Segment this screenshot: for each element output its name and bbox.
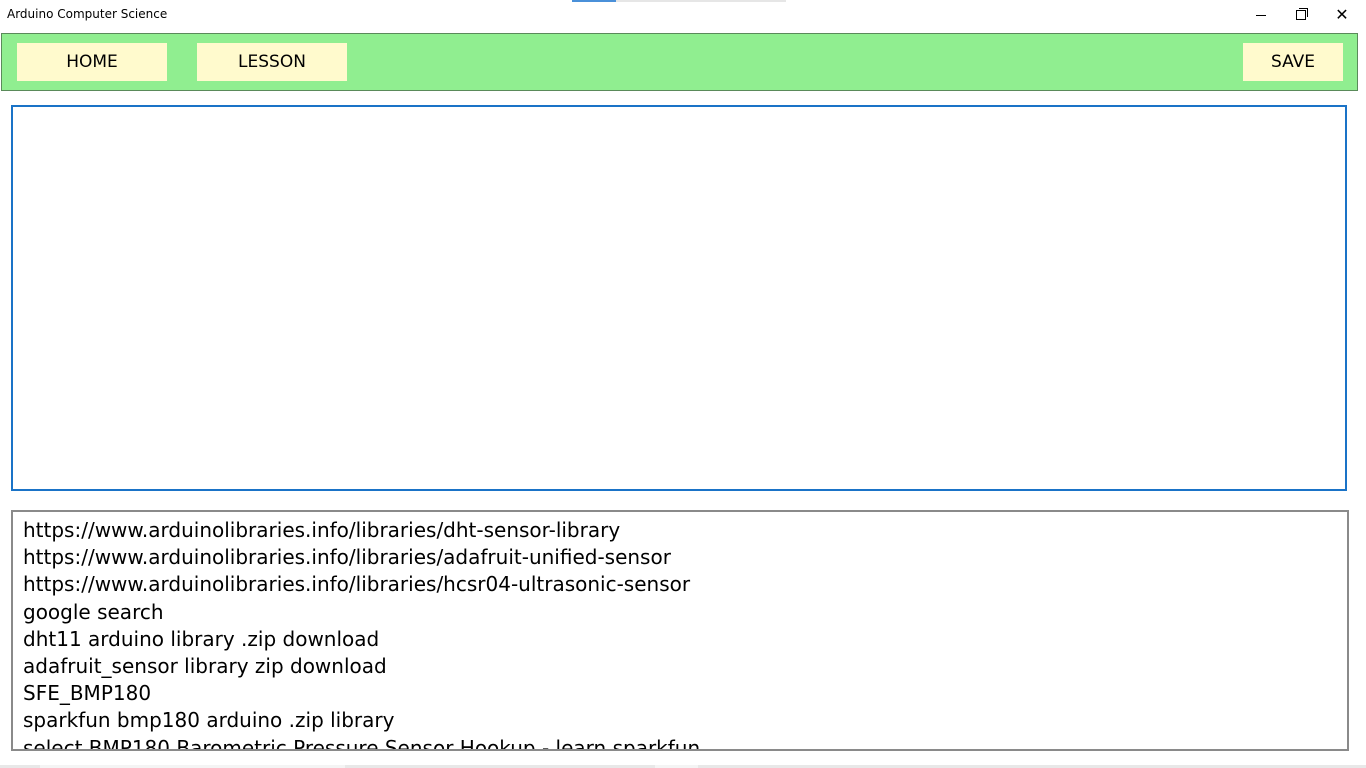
list-item[interactable]: adafruit_sensor library zip download [23, 653, 1347, 680]
close-button[interactable]: ✕ [1322, 0, 1362, 30]
home-button[interactable]: HOME [17, 43, 167, 81]
close-icon: ✕ [1335, 5, 1349, 24]
links-list[interactable]: https://www.arduinolibraries.info/librar… [11, 510, 1349, 751]
title-indicator-active [572, 0, 616, 2]
title-bar: Arduino Computer Science ✕ [0, 0, 1366, 30]
minimize-icon [1256, 14, 1266, 16]
links-list-content: https://www.arduinolibraries.info/librar… [23, 517, 1347, 749]
minimize-button[interactable] [1241, 0, 1281, 30]
app-title: Arduino Computer Science [7, 7, 168, 21]
list-item[interactable]: https://www.arduinolibraries.info/librar… [23, 517, 1347, 544]
list-item[interactable]: SFE_BMP180 [23, 680, 1347, 707]
bottom-edge [0, 764, 1366, 768]
list-item[interactable]: sparkfun bmp180 arduino .zip library [23, 707, 1347, 734]
list-item[interactable]: select BMP180 Barometric Pressure Sensor… [23, 735, 1347, 749]
restore-button[interactable] [1281, 0, 1321, 30]
lesson-button[interactable]: LESSON [197, 43, 347, 81]
list-item[interactable]: google search [23, 599, 1347, 626]
restore-icon [1296, 8, 1308, 20]
list-item[interactable]: https://www.arduinolibraries.info/librar… [23, 544, 1347, 571]
code-editor-textbox[interactable] [11, 105, 1347, 491]
list-item[interactable]: dht11 arduino library .zip download [23, 626, 1347, 653]
toolbar: HOME LESSON SAVE [1, 33, 1358, 91]
save-button[interactable]: SAVE [1243, 43, 1343, 81]
list-item[interactable]: https://www.arduinolibraries.info/librar… [23, 571, 1347, 598]
